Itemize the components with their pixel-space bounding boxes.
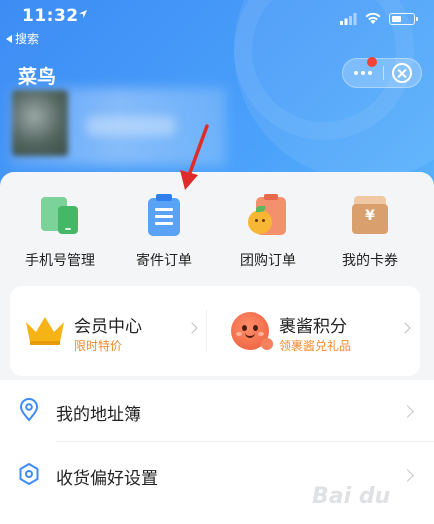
phone-manage-icon [38,194,82,236]
list-item-label: 收货偏好设置 [56,469,158,489]
username-blurred [86,116,176,136]
hexagon-settings-icon [19,463,39,485]
grid-item-label: 我的卡券 [342,253,398,269]
location-pin-icon [19,398,39,422]
avatar[interactable] [12,90,68,156]
grid-item-send-orders[interactable]: 寄件订单 [116,194,212,270]
chevron-right-icon [401,405,414,418]
grid-item-label: 寄件订单 [136,253,192,269]
notification-dot-icon [367,57,377,67]
wifi-icon [365,12,381,24]
status-bar: 11:32 [0,0,434,30]
back-to-search-link[interactable]: 搜索 [6,30,39,47]
member-center-subtitle: 限时特价 [74,339,123,353]
chevron-right-icon [186,322,198,334]
close-miniapp-button[interactable] [392,63,412,83]
miniapp-capsule [342,57,422,88]
member-card: 会员中心 限时特价 裹酱积分 领裹酱兑礼品 [10,286,420,376]
member-center-entry[interactable]: 会员中心 限时特价 [10,286,210,376]
mascot-icon [231,312,273,350]
group-buy-icon [246,194,290,236]
member-center-title: 会员中心 [74,317,142,337]
battery-icon [389,13,418,25]
watermark-text: Bai du [312,484,391,509]
grid-item-phone-manage[interactable]: 手机号管理 [12,194,108,270]
grid-item-group-orders[interactable]: 团购订单 [220,194,316,270]
chevron-right-icon [399,322,411,334]
back-link-label: 搜索 [15,32,40,46]
points-subtitle: 领裹酱兑礼品 [279,339,352,353]
page-title: 菜鸟 [18,66,57,88]
coupon-icon: ¥ [348,194,392,236]
grid-item-label: 团购订单 [240,253,296,269]
status-time: 11:32 [22,6,79,26]
signal-icon [340,13,357,25]
crown-icon [26,317,64,345]
grid-item-label: 手机号管理 [25,253,95,269]
list-item-address-book[interactable]: 我的地址簿 [0,380,434,444]
service-grid: 手机号管理 寄件订单 团购订单 ¥ 我的卡券 [0,172,434,280]
points-entry[interactable]: 裹酱积分 领裹酱兑礼品 [215,286,415,376]
more-menu-button[interactable] [343,59,383,87]
clipboard-order-icon [142,194,186,236]
location-arrow-icon [79,10,87,18]
list-item-label: 我的地址簿 [56,405,141,425]
points-title: 裹酱积分 [279,317,347,337]
annotation-arrow [180,124,209,190]
back-triangle-icon [6,34,12,43]
baidu-watermark: Bai du [312,476,430,512]
grid-item-coupons[interactable]: ¥ 我的卡券 [322,194,418,270]
